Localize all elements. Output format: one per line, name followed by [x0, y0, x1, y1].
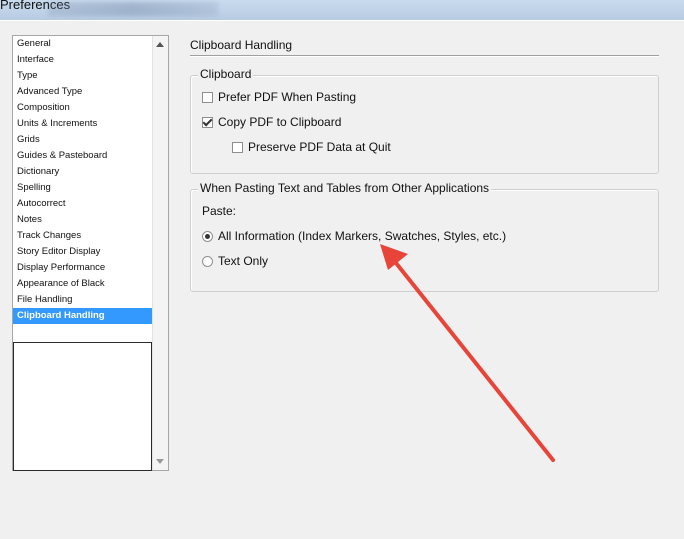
prefer-pdf-option[interactable]: Prefer PDF When Pasting	[202, 90, 356, 104]
sidebar-item-file-handling[interactable]: File Handling	[13, 292, 153, 308]
sidebar-item-guides-pasteboard[interactable]: Guides & Pasteboard	[13, 148, 153, 164]
sidebar-item-notes[interactable]: Notes	[13, 212, 153, 228]
category-items: General Interface Type Advanced Type Com…	[13, 36, 153, 324]
all-information-label[interactable]: All Information (Index Markers, Swatches…	[218, 229, 506, 243]
text-only-option[interactable]: Text Only	[202, 254, 268, 268]
sidebar-item-appearance-of-black[interactable]: Appearance of Black	[13, 276, 153, 292]
sidebar-item-track-changes[interactable]: Track Changes	[13, 228, 153, 244]
sidebar-item-units-increments[interactable]: Units & Increments	[13, 116, 153, 132]
panel-title-divider	[190, 55, 659, 56]
clipboard-group-legend: Clipboard	[198, 67, 254, 81]
sidebar-item-grids[interactable]: Grids	[13, 132, 153, 148]
sidebar-item-story-editor-display[interactable]: Story Editor Display	[13, 244, 153, 260]
sidebar-item-display-performance[interactable]: Display Performance	[13, 260, 153, 276]
pasting-group-legend: When Pasting Text and Tables from Other …	[198, 181, 492, 195]
preferences-category-list[interactable]: General Interface Type Advanced Type Com…	[12, 35, 169, 471]
copy-pdf-checkbox[interactable]	[202, 116, 213, 128]
sidebar-item-general[interactable]: General	[13, 36, 153, 52]
panel-title: Clipboard Handling	[190, 38, 293, 52]
list-empty-area	[13, 342, 152, 471]
paste-label: Paste:	[202, 204, 237, 218]
text-only-label[interactable]: Text Only	[218, 254, 268, 268]
sidebar-item-composition[interactable]: Composition	[13, 100, 153, 116]
sidebar-item-type[interactable]: Type	[13, 68, 153, 84]
all-information-radio[interactable]	[202, 230, 213, 242]
list-scrollbar[interactable]	[152, 36, 168, 470]
all-information-option[interactable]: All Information (Index Markers, Swatches…	[202, 229, 506, 243]
preserve-pdf-checkbox[interactable]	[232, 141, 243, 153]
sidebar-item-interface[interactable]: Interface	[13, 52, 153, 68]
prefer-pdf-checkbox[interactable]	[202, 91, 213, 103]
chevron-up-icon[interactable]	[156, 42, 164, 47]
sidebar-item-autocorrect[interactable]: Autocorrect	[13, 196, 153, 212]
copy-pdf-option[interactable]: Copy PDF to Clipboard	[202, 115, 341, 129]
sidebar-item-clipboard-handling[interactable]: Clipboard Handling	[13, 308, 153, 324]
title-bar: Preferences	[0, 0, 684, 21]
preserve-pdf-option[interactable]: Preserve PDF Data at Quit	[232, 140, 391, 154]
blurred-title-text	[48, 2, 218, 16]
preserve-pdf-label[interactable]: Preserve PDF Data at Quit	[248, 140, 391, 154]
text-only-radio[interactable]	[202, 255, 213, 267]
sidebar-item-advanced-type[interactable]: Advanced Type	[13, 84, 153, 100]
prefer-pdf-label[interactable]: Prefer PDF When Pasting	[218, 90, 356, 104]
sidebar-item-spelling[interactable]: Spelling	[13, 180, 153, 196]
chevron-down-icon[interactable]	[156, 459, 164, 464]
copy-pdf-label[interactable]: Copy PDF to Clipboard	[218, 115, 341, 129]
sidebar-item-dictionary[interactable]: Dictionary	[13, 164, 153, 180]
